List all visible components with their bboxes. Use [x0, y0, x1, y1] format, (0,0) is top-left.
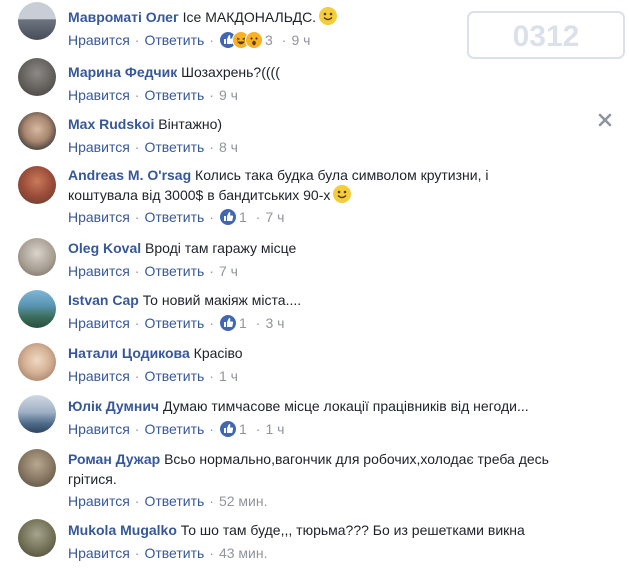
like-action[interactable]: Нравится: [68, 86, 130, 104]
comment-author[interactable]: Мавроматі Олег: [68, 9, 179, 25]
comment-author[interactable]: Oleg Koval: [68, 240, 141, 256]
like-action[interactable]: Нравится: [68, 262, 130, 280]
comment-author[interactable]: Марина Федчик: [68, 64, 177, 80]
reactions-summary[interactable]: 1: [218, 208, 247, 226]
reply-action[interactable]: Ответить: [144, 208, 204, 226]
reply-action[interactable]: Ответить: [144, 492, 204, 510]
comment-timestamp[interactable]: 3 ч: [265, 314, 284, 332]
comment-author[interactable]: Max Rudskoi: [68, 116, 154, 132]
avatar[interactable]: [18, 449, 56, 487]
like-action[interactable]: Нравится: [68, 544, 130, 562]
reply-action[interactable]: Ответить: [144, 31, 204, 49]
reaction-count: 1: [238, 315, 247, 331]
comment-timestamp[interactable]: 1 ч: [265, 420, 284, 438]
comment-timestamp[interactable]: 9 ч: [291, 31, 310, 49]
reply-action[interactable]: Ответить: [144, 86, 204, 104]
avatar[interactable]: [18, 166, 56, 204]
comment-text: Вінтажно): [158, 116, 223, 132]
comment-text: Шозахрень?((((: [181, 64, 280, 80]
reactions-summary[interactable]: 1: [218, 420, 247, 438]
avatar[interactable]: [18, 238, 56, 276]
reply-action[interactable]: Ответить: [144, 420, 204, 438]
reaction-count: 1: [238, 209, 247, 225]
comment-text-continued: коштувала від 3000$ в бандитських 90-х: [68, 187, 331, 203]
comment-text: То шо там буде,,, тюрьма??? Бо из решетк…: [180, 522, 525, 538]
comment-author[interactable]: Mukola Mugalko: [68, 522, 177, 538]
reaction-count: 3: [264, 32, 273, 48]
comment-timestamp[interactable]: 1 ч: [219, 367, 238, 385]
comment-author[interactable]: Andreas M. O'rsag: [68, 167, 191, 183]
comment-timestamp[interactable]: 7 ч: [265, 208, 284, 226]
reply-action[interactable]: Ответить: [144, 262, 204, 280]
comment-timestamp[interactable]: 52 мин.: [219, 492, 268, 510]
reply-action[interactable]: Ответить: [144, 544, 204, 562]
comment-text: Ісе МАКДОНАЛЬДС.: [182, 9, 317, 25]
avatar[interactable]: [18, 112, 56, 150]
comment-text: Вроді там гаражу місце: [145, 240, 297, 256]
reply-action[interactable]: Ответить: [144, 367, 204, 385]
comment-author[interactable]: Юлік Думнич: [68, 398, 159, 414]
avatar[interactable]: [18, 290, 56, 328]
like-action[interactable]: Нравится: [68, 31, 130, 49]
comment-text: Всьо нормально,вагончик для робочих,холо…: [164, 451, 549, 467]
reactions-summary[interactable]: 3: [218, 31, 273, 49]
comment-text: Думаю тимчасове місце локації працівникі…: [162, 398, 529, 414]
smile-emoji-icon: [333, 185, 352, 203]
comment-timestamp[interactable]: 43 мин.: [219, 544, 268, 562]
like-reaction-icon: [218, 208, 237, 226]
comment-author[interactable]: Натали Цодикова: [68, 345, 190, 361]
avatar[interactable]: [18, 343, 56, 381]
close-icon[interactable]: [597, 112, 613, 128]
smile-emoji-icon: [319, 7, 338, 25]
comment-text: Красіво: [193, 345, 243, 361]
reaction-count: 1: [238, 421, 247, 437]
comment-text-continued: грітися.: [68, 471, 117, 487]
wow-reaction-icon: [244, 31, 263, 49]
comment-author[interactable]: Istvan Cap: [68, 292, 139, 308]
reply-action[interactable]: Ответить: [144, 138, 204, 156]
like-action[interactable]: Нравится: [68, 492, 130, 510]
comment-timestamp[interactable]: 8 ч: [219, 138, 238, 156]
avatar[interactable]: [18, 2, 56, 40]
like-reaction-icon: [218, 420, 237, 438]
like-action[interactable]: Нравится: [68, 208, 130, 226]
reactions-summary[interactable]: 1: [218, 314, 247, 332]
avatar[interactable]: [18, 519, 56, 557]
comment-author[interactable]: Роман Дужар: [68, 451, 160, 467]
avatar[interactable]: [18, 58, 56, 96]
like-action[interactable]: Нравится: [68, 367, 130, 385]
reply-action[interactable]: Ответить: [144, 314, 204, 332]
like-action[interactable]: Нравится: [68, 138, 130, 156]
comment-text: То новий макіяж міста....: [142, 292, 302, 308]
comment-timestamp[interactable]: 7 ч: [219, 262, 238, 280]
comment-timestamp[interactable]: 9 ч: [219, 86, 238, 104]
like-reaction-icon: [218, 314, 237, 332]
like-action[interactable]: Нравится: [68, 420, 130, 438]
like-action[interactable]: Нравится: [68, 314, 130, 332]
avatar[interactable]: [18, 395, 56, 433]
comment-text: Колись така будка була символом крутизни…: [195, 167, 489, 183]
